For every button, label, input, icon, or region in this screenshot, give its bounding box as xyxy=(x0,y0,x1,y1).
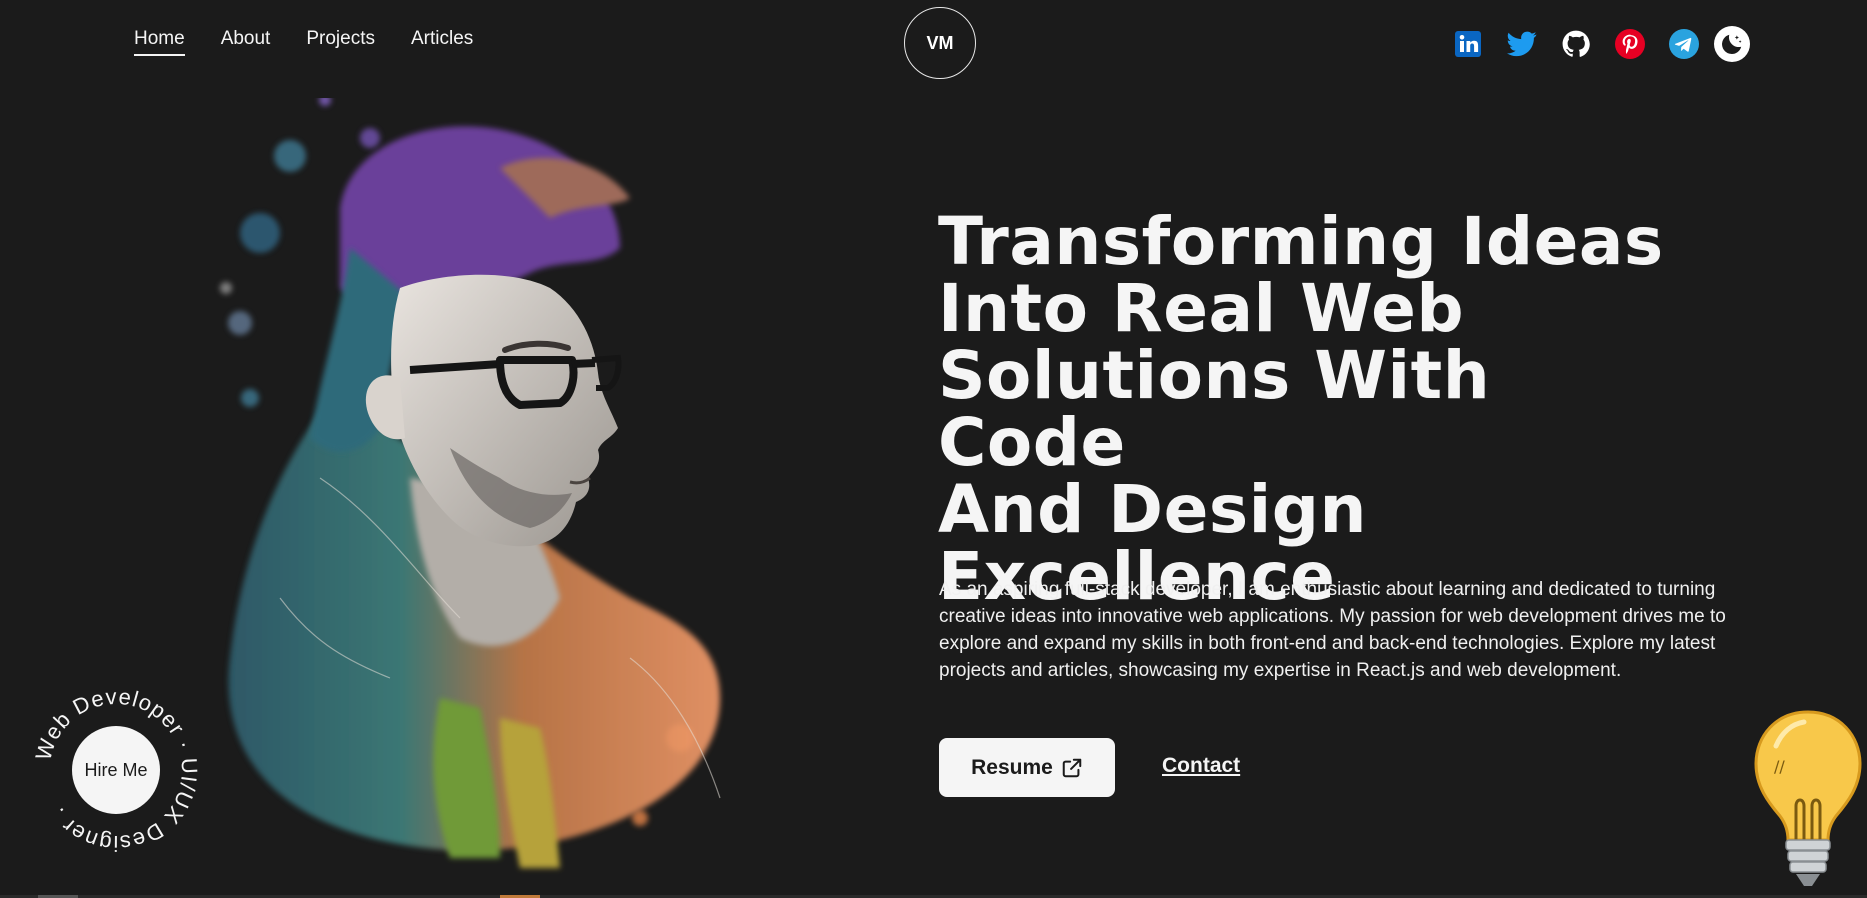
site-logo[interactable]: VM xyxy=(904,7,976,79)
hero-intro-text: As an aspiring full-stack developer, I a… xyxy=(939,579,1726,681)
svg-text://: // xyxy=(1774,757,1785,776)
contact-link[interactable]: Contact xyxy=(1162,754,1240,778)
hire-me-badge: Web Developer · UI/UX Designer . Hire Me xyxy=(26,680,206,860)
headline-line: Into Real Web xyxy=(938,270,1465,347)
moon-icon xyxy=(1722,34,1742,54)
headline-line: Solutions With Code xyxy=(938,337,1491,481)
hero-headline: Transforming Ideas Into Real Web Solutio… xyxy=(938,208,1698,610)
headline-line: And Design xyxy=(938,471,1367,548)
nav-about-link[interactable]: About xyxy=(221,28,271,54)
nav-projects-link[interactable]: Projects xyxy=(306,28,375,54)
external-link-icon xyxy=(1062,758,1082,777)
resume-button[interactable]: Resume xyxy=(939,738,1115,797)
nav-home-link[interactable]: Home xyxy=(134,28,185,56)
pinterest-icon[interactable] xyxy=(1614,28,1646,60)
social-links xyxy=(1452,26,1750,62)
lightbulb-icon: // xyxy=(1754,710,1862,886)
theme-toggle-button[interactable] xyxy=(1714,26,1750,62)
resume-label: Resume xyxy=(971,755,1053,779)
twitter-icon[interactable] xyxy=(1506,28,1538,60)
developer-portrait-image xyxy=(220,98,721,868)
nav-articles-link[interactable]: Articles xyxy=(411,28,473,54)
github-icon[interactable] xyxy=(1560,28,1592,60)
main-nav: Home About Projects Articles xyxy=(134,28,473,56)
headline-line: Transforming Ideas xyxy=(938,203,1664,280)
telegram-icon[interactable] xyxy=(1668,28,1700,60)
linkedin-icon[interactable] xyxy=(1452,28,1484,60)
hire-me-button[interactable]: Hire Me xyxy=(72,726,160,814)
